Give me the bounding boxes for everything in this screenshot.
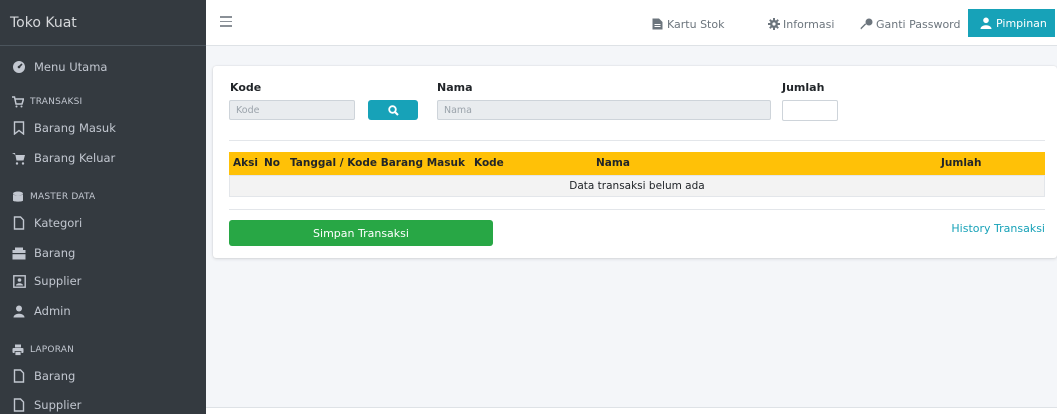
footer — [206, 407, 1057, 414]
search-button[interactable] — [368, 100, 418, 120]
save-transaction-button[interactable]: Simpan Transaksi — [229, 220, 493, 246]
database-icon — [12, 191, 24, 203]
jumlah-label: Jumlah — [782, 81, 825, 94]
sidebar-item-menu-utama[interactable]: Menu Utama — [0, 54, 206, 80]
file-icon — [651, 18, 664, 31]
sidebar-item-label: Menu Utama — [34, 60, 108, 74]
sidebar-item-label: Kategori — [34, 216, 83, 230]
file-icon — [12, 369, 26, 383]
brand-title: Toko Kuat — [10, 14, 77, 31]
history-transaction-link[interactable]: History Transaksi — [951, 222, 1045, 235]
nama-input[interactable]: Nama — [437, 100, 771, 120]
sidebar-item-supplier[interactable]: Supplier — [0, 268, 206, 294]
sidebar-item-label: Barang Keluar — [34, 151, 116, 165]
brand[interactable]: Toko Kuat — [0, 0, 206, 46]
column-header: Tanggal / Kode Barang Masuk — [290, 157, 465, 169]
key-icon — [860, 18, 873, 31]
print-icon — [12, 344, 24, 356]
box-icon — [12, 246, 26, 260]
sidebar-header-transaksi: TRANSAKSI — [0, 92, 206, 112]
sidebar-header-master-data: MASTER DATA — [0, 187, 206, 207]
empty-table-message: Data transaksi belum ada — [229, 175, 1045, 197]
table-header: Aksi No Tanggal / Kode Barang Masuk Kode… — [229, 152, 1045, 175]
sidebar-item-laporan-barang[interactable]: Barang — [0, 363, 206, 389]
sidebar-item-label: Admin — [34, 304, 71, 318]
sidebar-item-label: Supplier — [34, 398, 82, 412]
jumlah-input[interactable] — [782, 100, 838, 121]
topbar: Kartu Stok Informasi Ganti Password Pimp… — [206, 0, 1057, 46]
search-icon — [387, 104, 399, 116]
menu-toggle-icon[interactable] — [220, 16, 232, 28]
sidebar-item-barang[interactable]: Barang — [0, 240, 206, 266]
divider — [229, 140, 1045, 141]
user-menu-button[interactable]: Pimpinan — [968, 9, 1055, 37]
ganti-password-link[interactable]: Ganti Password — [860, 15, 960, 33]
transaction-card: Kode Kode Nama Nama Jumlah Aksi No Tangg… — [213, 66, 1057, 258]
dashboard-icon — [12, 60, 26, 74]
sidebar-item-label: Supplier — [34, 274, 82, 288]
sidebar-item-label: Barang Masuk — [34, 121, 116, 135]
cart-icon — [12, 96, 24, 108]
column-header: No — [264, 157, 281, 169]
column-header: Aksi — [233, 157, 258, 169]
column-header: Kode — [474, 157, 504, 169]
file-icon — [12, 216, 26, 230]
sidebar: Toko Kuat Menu Utama TRANSAKSI Barang Ma… — [0, 0, 206, 414]
sidebar-item-kategori[interactable]: Kategori — [0, 210, 206, 236]
user-icon — [980, 17, 993, 30]
sidebar-header-laporan: LAPORAN — [0, 340, 206, 360]
contact-icon — [12, 274, 26, 288]
informasi-link[interactable]: Informasi — [767, 15, 834, 33]
nama-label: Nama — [437, 81, 473, 94]
column-header: Jumlah — [941, 157, 982, 169]
sidebar-item-barang-masuk[interactable]: Barang Masuk — [0, 115, 206, 141]
file-icon — [12, 398, 26, 412]
sidebar-item-laporan-supplier[interactable]: Supplier — [0, 392, 206, 414]
kode-input[interactable]: Kode — [229, 100, 355, 120]
user-icon — [12, 304, 26, 318]
sidebar-item-admin[interactable]: Admin — [0, 298, 206, 324]
cart-icon — [12, 151, 26, 165]
kode-label: Kode — [230, 81, 262, 94]
sidebar-item-barang-keluar[interactable]: Barang Keluar — [0, 145, 206, 171]
bookmark-icon — [12, 121, 26, 135]
sidebar-item-label: Barang — [34, 246, 76, 260]
divider — [229, 209, 1045, 210]
sidebar-item-label: Barang — [34, 369, 76, 383]
gear-icon — [767, 18, 780, 31]
column-header: Nama — [596, 157, 630, 169]
kartu-stok-link[interactable]: Kartu Stok — [651, 15, 724, 33]
